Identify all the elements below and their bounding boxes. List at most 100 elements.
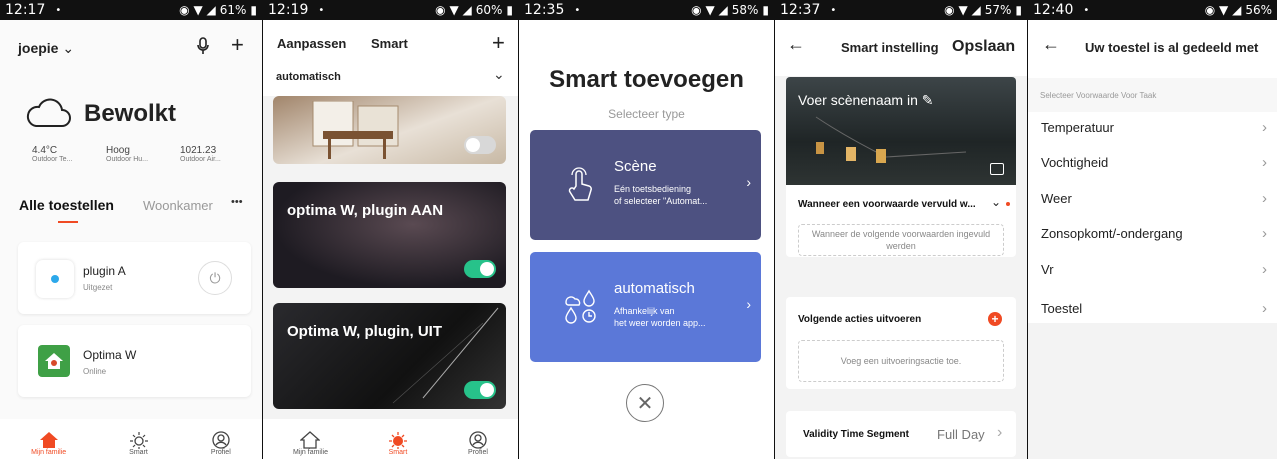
cloud-icon <box>26 98 71 127</box>
status-bar: 12:17 • ◉ ▼ ◢ 61% ▮ <box>0 0 262 20</box>
save-button[interactable]: Opslaan <box>952 38 1015 56</box>
tab-all-devices[interactable]: Alle toestellen <box>19 197 114 213</box>
card-description: Afhankelijk van het weer worden app... <box>614 306 706 328</box>
image-icon[interactable] <box>990 163 1004 175</box>
page-subtitle: Selecteer type <box>608 107 685 121</box>
battery-level: 58% <box>731 3 759 17</box>
profile-icon <box>469 431 487 449</box>
card-title: automatisch <box>614 280 695 297</box>
condition-item-vr[interactable]: Vr › <box>1028 252 1277 286</box>
alert-dot <box>1006 202 1010 206</box>
status-bar: 12:37 • ◉ ▼ ◢ 57% ▮ <box>775 0 1027 20</box>
condition-placeholder[interactable]: Wanneer de volgende voorwaarden ingevuld… <box>798 224 1004 256</box>
status-time: 12:17 <box>5 2 46 18</box>
close-icon[interactable]: ✕ <box>626 384 664 422</box>
family-selector[interactable]: joepie ⌄ <box>18 40 74 57</box>
battery-icon: ▮ <box>762 3 769 17</box>
scene-card[interactable]: Optima W, plugin, UIT <box>273 303 506 409</box>
chevron-right-icon: › <box>1262 299 1267 317</box>
condition-item-sunrise-sunset[interactable]: Zonsopkomt/-ondergang › <box>1028 216 1277 250</box>
status-time: 12:19 <box>268 2 309 18</box>
actions-block: Volgende acties uitvoeren + Voeg een uit… <box>786 297 1016 389</box>
status-time: 12:37 <box>780 2 821 18</box>
battery-icon: ▮ <box>250 3 257 17</box>
customize-button[interactable]: Aanpassen <box>277 36 346 51</box>
condition-item-humidity[interactable]: Vochtigheid › <box>1028 145 1277 179</box>
battery-level: 60% <box>475 3 503 17</box>
nav-my-family[interactable]: Mijn familie <box>293 431 328 456</box>
scene-toggle[interactable] <box>464 381 496 399</box>
add-icon[interactable]: + <box>231 32 244 58</box>
filter-label[interactable]: automatisch <box>276 71 341 83</box>
chevron-right-icon: › <box>1262 189 1267 207</box>
add-icon[interactable]: + <box>492 30 505 56</box>
condition-item-weather[interactable]: Weer › <box>1028 181 1277 215</box>
nav-profile[interactable]: Profiel <box>468 431 488 456</box>
status-bar: 12:35 • ◉ ▼ ◢ 58% ▮ <box>519 0 774 20</box>
condition-item-device[interactable]: Toestel › <box>1028 291 1277 325</box>
panel-select-condition: 12:40 • ◉ ▼ ◢ 56% ← Uw toestel is al gede… <box>1028 0 1277 459</box>
sun-icon <box>129 432 148 449</box>
scene-card[interactable]: optima W, plugin AAN <box>273 182 506 288</box>
chevron-right-icon: › <box>746 174 751 190</box>
battery-level: 61% <box>219 3 247 17</box>
scene-name-input[interactable]: Voer scènenaam in ✎ <box>798 92 933 109</box>
signal-icon: ◉ ▼ ◢ <box>179 3 216 17</box>
card-title: Scène <box>614 158 657 175</box>
validity-row[interactable]: Validity Time Segment Full Day › <box>786 411 1016 457</box>
tab-woonkamer[interactable]: Woonkamer <box>143 198 213 213</box>
add-action-icon[interactable]: + <box>988 312 1002 326</box>
device-card-optima-w[interactable]: Optima W Online <box>18 325 251 397</box>
signal-icon: ◉ ▼ ◢ <box>944 3 981 17</box>
scene-title: Optima W, plugin, UIT <box>287 323 442 340</box>
validity-value: Full Day <box>937 427 985 442</box>
nav-profile[interactable]: Profiel <box>211 431 231 456</box>
device-status: Uitgezet <box>83 283 113 292</box>
chevron-down-icon[interactable]: ⌄ <box>991 195 1001 209</box>
home-icon <box>300 431 321 449</box>
nav-smart[interactable]: Smart <box>129 431 149 456</box>
chevron-right-icon: › <box>746 296 751 312</box>
microphone-icon[interactable] <box>196 36 210 56</box>
scene-toggle[interactable] <box>464 260 496 278</box>
back-arrow-icon[interactable]: ← <box>787 34 805 55</box>
status-bar: 12:40 • ◉ ▼ ◢ 56% <box>1028 0 1277 20</box>
back-arrow-icon[interactable]: ← <box>1042 34 1060 55</box>
weather-stat-humidity: Hoog Outdoor Hu... <box>106 145 149 163</box>
touch-icon <box>568 167 592 201</box>
more-icon[interactable]: ••• <box>231 196 243 208</box>
scene-card[interactable] <box>273 96 506 164</box>
scene-cover-image[interactable]: Voer scènenaam in ✎ <box>786 77 1016 185</box>
plugin-icon <box>36 260 74 298</box>
automatic-type-card[interactable]: automatisch Afhankelijk van het weer word… <box>530 252 761 362</box>
scene-title: optima W, plugin AAN <box>287 202 444 219</box>
weather-stat-temp: 4.4°C Outdoor Te... <box>32 145 73 163</box>
signal-icon: ◉ ▼ ◢ <box>691 3 728 17</box>
chevron-down-icon[interactable]: ⌄ <box>493 66 505 83</box>
dining-room-image <box>312 101 399 159</box>
edit-pencil-icon: ✎ <box>921 92 934 108</box>
weather-sensors-icon <box>565 289 596 324</box>
battery-icon: ▮ <box>506 3 513 17</box>
action-placeholder[interactable]: Voeg een uitvoeringsactie toe. <box>798 340 1004 382</box>
battery-level: 56% <box>1245 3 1272 17</box>
nav-smart[interactable]: Smart <box>388 431 408 456</box>
condition-item-temperature[interactable]: Temperatuur › <box>1028 110 1277 144</box>
signal-icon: ◉ ▼ ◢ <box>435 3 472 17</box>
chevron-right-icon: › <box>1262 153 1267 171</box>
power-icon[interactable]: ⏻ <box>198 261 232 295</box>
scene-type-card[interactable]: Scène Eén toetsbediening of selecteer "Au… <box>530 130 761 240</box>
scene-toggle[interactable] <box>464 136 496 154</box>
home-device-icon <box>38 345 70 377</box>
card-description: Eén toetsbediening of selecteer "Automat.… <box>614 184 708 206</box>
device-card-plugin-a[interactable]: plugin A Uitgezet ⏻ <box>18 242 251 314</box>
home-icon <box>39 432 58 448</box>
nav-my-family[interactable]: Mijn familie <box>31 431 66 456</box>
device-status: Online <box>83 367 107 376</box>
chevron-down-icon: ⌄ <box>62 40 75 56</box>
chevron-right-icon: › <box>1262 224 1267 242</box>
chevron-right-icon: › <box>997 424 1003 441</box>
device-name: Optima W <box>83 348 137 362</box>
panel-add-smart: 12:35 • ◉ ▼ ◢ 58% ▮ Smart toevoegen Select… <box>519 0 774 459</box>
page-title: Smart instelling <box>841 40 939 55</box>
